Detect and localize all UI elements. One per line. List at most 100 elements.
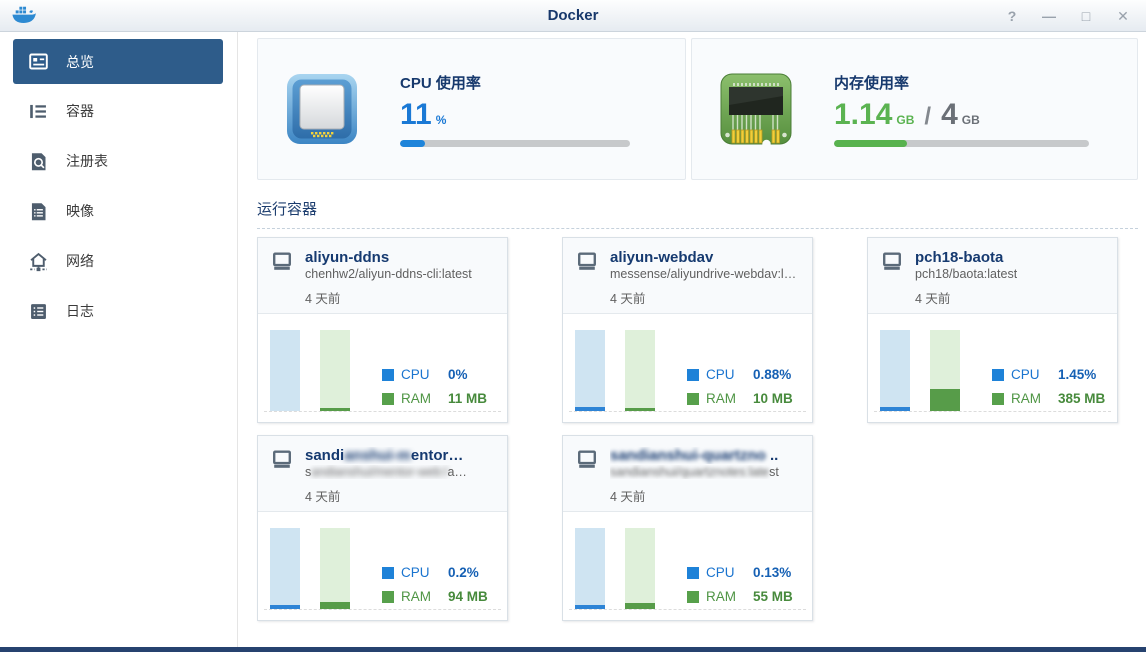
section-divider: [257, 228, 1138, 229]
container-age: 4 天前: [610, 486, 779, 505]
container-name: aliyun-ddns: [305, 249, 472, 266]
cpu-legend-row: CPU 0.2%: [382, 565, 479, 580]
container-card-stats: CPU 1.45% RAM 385 MB: [868, 314, 1117, 422]
sidebar-label: 注册表: [66, 151, 108, 171]
cpu-legend-label: CPU: [401, 367, 448, 382]
ram-legend-row: RAM 11 MB: [382, 391, 487, 406]
title-bar: Docker ? — □ ✕: [0, 0, 1146, 32]
cpu-usage-progressbar: [400, 140, 630, 147]
cpu-value: 0.13%: [753, 565, 791, 580]
cpu-usage-value: 11: [400, 100, 432, 130]
container-card-pch18-baota[interactable]: pch18-baota pch18/baota:latest 4 天前 CPU …: [867, 237, 1118, 423]
container-card-sandianshui-mentor[interactable]: sandianshui-mentor… sandianshui/mentor-w…: [257, 435, 508, 621]
cpu-legend-swatch: [687, 369, 699, 381]
cpu-usage-title: CPU 使用率: [400, 72, 630, 93]
cpu-usage-value-row: 11 %: [400, 96, 630, 130]
ram-gauge-bar: [930, 330, 960, 411]
container-card-aliyun-ddns[interactable]: aliyun-ddns chenhw2/aliyun-ddns-cli:late…: [257, 237, 508, 423]
cpu-usage-progress-fill: [400, 140, 425, 147]
cpu-usage-unit: %: [436, 113, 447, 130]
memory-used-unit: GB: [896, 113, 914, 130]
container-card-header: pch18-baota pch18/baota:latest 4 天前: [868, 238, 1117, 314]
container-name: sandianshui-mentor…: [305, 447, 467, 464]
ram-gauge-bar: [625, 330, 655, 411]
sidebar-item-images[interactable]: 映像: [0, 186, 237, 236]
memory-total-unit: GB: [962, 113, 980, 130]
cpu-gauge-bar: [880, 330, 910, 411]
maximize-button[interactable]: □: [1079, 9, 1093, 23]
container-age: 4 天前: [305, 486, 467, 505]
cpu-usage-info: CPU 使用率 11 %: [400, 72, 630, 147]
container-card-stats: CPU 0% RAM 11 MB: [258, 314, 507, 422]
container-card-stats: CPU 0.2% RAM 94 MB: [258, 512, 507, 620]
container-header-text: aliyun-webdav messense/aliyundrive-webda…: [610, 249, 796, 304]
ram-legend-label: RAM: [401, 589, 448, 604]
ram-gauge-bar: [625, 528, 655, 609]
ram-legend-label: RAM: [401, 391, 448, 406]
ram-legend-row: RAM 55 MB: [687, 589, 793, 604]
container-monitor-icon: [576, 250, 598, 272]
ram-value: 10 MB: [753, 391, 793, 406]
ram-chip-icon: [720, 73, 792, 145]
container-image: sandianshui/quartznotes:latest: [610, 465, 779, 479]
cpu-gauge-bar: [270, 330, 300, 411]
container-header-text: sandianshui-mentor… sandianshui/mentor-w…: [305, 447, 467, 502]
gauge-baseline: [569, 609, 806, 610]
sidebar-label: 日志: [66, 301, 94, 321]
memory-separator: /: [924, 105, 931, 130]
container-age: 4 天前: [915, 288, 1017, 307]
ram-legend-row: RAM 94 MB: [382, 589, 488, 604]
ram-legend-label: RAM: [706, 589, 753, 604]
container-header-text: pch18-baota pch18/baota:latest 4 天前: [915, 249, 1017, 304]
container-cards-grid: aliyun-ddns chenhw2/aliyun-ddns-cli:late…: [257, 237, 1138, 621]
container-image: pch18/baota:latest: [915, 267, 1017, 281]
image-file-icon: [28, 201, 49, 222]
container-age: 4 天前: [305, 288, 472, 307]
cpu-legend-row: CPU 1.45%: [992, 367, 1096, 382]
ram-legend-row: RAM 385 MB: [992, 391, 1105, 406]
help-button[interactable]: ?: [1005, 9, 1019, 23]
window-controls: ? — □ ✕: [1005, 9, 1146, 23]
sidebar-label: 总览: [66, 52, 94, 72]
running-containers-heading: 运行容器: [257, 198, 1138, 219]
overview-icon: [28, 51, 49, 72]
cpu-legend-label: CPU: [1011, 367, 1058, 382]
gauge-baseline: [569, 411, 806, 412]
container-icon: [28, 101, 49, 122]
sidebar-item-network[interactable]: 网络: [0, 236, 237, 286]
container-card-stats: CPU 0.13% RAM 55 MB: [563, 512, 812, 620]
minimize-button[interactable]: —: [1042, 9, 1056, 23]
sidebar-item-containers[interactable]: 容器: [0, 86, 237, 136]
container-age: 4 天前: [610, 288, 796, 307]
container-card-sandianshui-quartz[interactable]: sandianshui-quartzno .. sandianshui/quar…: [562, 435, 813, 621]
close-button[interactable]: ✕: [1116, 9, 1130, 23]
window-title: Docker: [0, 7, 1146, 24]
sidebar-item-logs[interactable]: 日志: [0, 286, 237, 336]
ram-gauge-fill: [320, 602, 350, 609]
container-card-header: sandianshui-mentor… sandianshui/mentor-w…: [258, 436, 507, 512]
cpu-value: 1.45%: [1058, 367, 1096, 382]
container-image: chenhw2/aliyun-ddns-cli:latest: [305, 267, 472, 281]
cpu-legend-row: CPU 0.13%: [687, 565, 791, 580]
container-card-header: sandianshui-quartzno .. sandianshui/quar…: [563, 436, 812, 512]
sidebar-item-overview[interactable]: 总览: [13, 39, 223, 84]
ram-legend-label: RAM: [706, 391, 753, 406]
network-icon: [28, 251, 49, 272]
sidebar-label: 网络: [66, 251, 94, 271]
cpu-chip-icon: [286, 73, 358, 145]
cpu-value: 0.88%: [753, 367, 791, 382]
window-bottom-edge: [0, 647, 1146, 652]
container-card-aliyun-webdav[interactable]: aliyun-webdav messense/aliyundrive-webda…: [562, 237, 813, 423]
cpu-legend-label: CPU: [706, 367, 753, 382]
cpu-legend-swatch: [687, 567, 699, 579]
container-header-text: aliyun-ddns chenhw2/aliyun-ddns-cli:late…: [305, 249, 472, 304]
memory-used-value: 1.14: [834, 100, 892, 130]
memory-usage-card: 内存使用率 1.14 GB / 4 GB: [691, 38, 1138, 180]
container-card-header: aliyun-webdav messense/aliyundrive-webda…: [563, 238, 812, 314]
sidebar-item-registry[interactable]: 注册表: [0, 136, 237, 186]
sidebar: 总览 容器 注册表: [0, 32, 238, 647]
container-card-stats: CPU 0.88% RAM 10 MB: [563, 314, 812, 422]
ram-legend-swatch: [687, 591, 699, 603]
cpu-legend-swatch: [382, 369, 394, 381]
gauge-baseline: [264, 609, 501, 610]
